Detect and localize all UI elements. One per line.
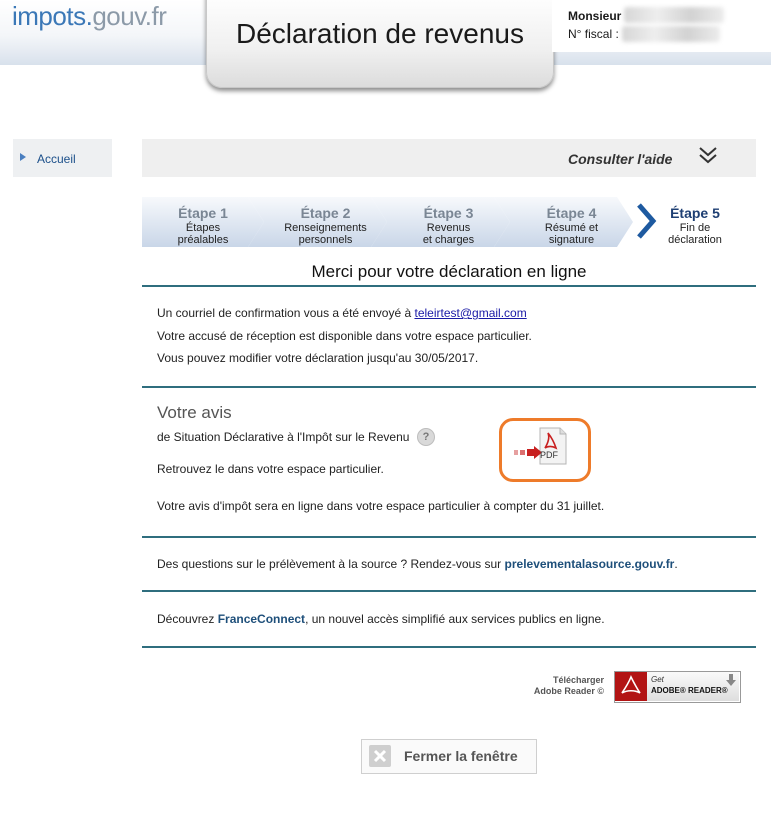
step-description: Étapes préalables — [142, 222, 264, 246]
adobe-download-line: Télécharger — [552, 675, 604, 685]
adobe-reader-label: ADOBE® READER® — [651, 686, 728, 695]
franceconnect-line: Découvrez FranceConnect, un nouvel accès… — [157, 612, 605, 626]
prelevement-text: Des questions sur le prélèvement à la so… — [157, 557, 505, 571]
step-description-line: déclaration — [668, 234, 722, 246]
step-description-line: signature — [548, 234, 595, 246]
step-description: Revenus et charges — [387, 222, 510, 246]
step-description: Renseignements personnels — [264, 222, 387, 246]
sidebar-item-label[interactable]: Accueil — [37, 152, 76, 166]
divider — [142, 590, 756, 592]
step-description-line: préalables — [177, 234, 229, 246]
fiscal-number-label: N° fiscal : — [568, 27, 619, 41]
arrow-right-icon — [20, 153, 26, 161]
step-number: Étape 5 — [670, 205, 720, 221]
step-number: Étape 1 — [178, 205, 228, 221]
help-link[interactable]: Consulter l'aide — [568, 151, 672, 167]
franceconnect-prefix: Découvrez — [157, 612, 218, 626]
step-description-line: Résumé et — [544, 222, 599, 234]
logo-part-impots: impots. — [12, 1, 93, 31]
confirmation-heading: Merci pour votre déclaration en ligne — [311, 262, 587, 281]
receipt-line: Votre accusé de réception est disponible… — [157, 329, 532, 343]
step-description-line: personnels — [298, 234, 353, 246]
confirmation-email-line: Un courriel de confirmation vous a été e… — [157, 306, 527, 320]
logo-part-gouv: gouv — [92, 1, 145, 31]
close-window-label[interactable]: Fermer la fenêtre — [404, 748, 518, 764]
step-1: Étape 1 Étapes préalables — [142, 197, 264, 247]
close-x-glyph — [373, 749, 387, 763]
step-description: Résumé et signature — [510, 222, 633, 246]
divider — [142, 536, 756, 538]
step-number: Étape 3 — [423, 205, 474, 221]
confirmation-email-text: Un courriel de confirmation vous a été e… — [157, 306, 415, 320]
franceconnect-suffix: , un nouvel accès simplifié aux services… — [305, 612, 605, 626]
step-2: Étape 2 Renseignements personnels — [264, 197, 387, 247]
step-description-line: Revenus — [426, 222, 471, 234]
modify-deadline-line: Vous pouvez modifier votre déclaration j… — [157, 351, 479, 365]
retrouvez-line: Retrouvez le dans votre espace particuli… — [157, 462, 384, 476]
pdf-icon — [514, 427, 567, 465]
prelevement-suffix: . — [674, 557, 678, 571]
pdf-label: PDF — [540, 450, 558, 460]
divider — [142, 285, 756, 287]
divider — [142, 646, 756, 648]
adobe-reader-icon — [621, 675, 641, 694]
help-question-icon[interactable]: ? — [417, 428, 435, 446]
avis-online-line: Votre avis d'impôt sera en ligne dans vo… — [157, 499, 605, 513]
step-3: Étape 3 Revenus et charges — [387, 197, 510, 247]
prelevement-line: Des questions sur le prélèvement à la so… — [157, 557, 678, 571]
step-description-line: Fin de — [679, 222, 711, 234]
avis-title: Votre avis — [157, 403, 232, 422]
prelevement-link[interactable]: prelevementalasource.gouv.fr — [505, 557, 675, 571]
step-description-line: Renseignements — [284, 222, 367, 234]
step-5-active: Étape 5 Fin de déclaration — [655, 197, 735, 247]
user-name-label: Monsieur — [568, 9, 622, 23]
avis-subtitle: de Situation Déclarative à l'Impôt sur l… — [157, 430, 410, 444]
email-link[interactable]: teleirtest@gmail.com — [414, 306, 526, 320]
adobe-download-label: Télécharger Adobe Reader © — [500, 675, 604, 697]
step-number: Étape 4 — [546, 205, 597, 221]
redacted-user-name — [624, 7, 724, 23]
step-description-line: Étapes — [185, 222, 221, 234]
adobe-download-line: Adobe Reader © — [533, 686, 604, 696]
redacted-fiscal-number — [622, 26, 720, 42]
step-description-line: et charges — [422, 234, 475, 246]
step-4: Étape 4 Résumé et signature — [510, 197, 633, 247]
page-title: Déclaration de revenus — [236, 18, 524, 49]
step-number: Étape 2 — [300, 205, 351, 221]
logo-part-fr: .fr — [144, 1, 167, 31]
step-description: Fin de déclaration — [655, 222, 735, 246]
site-logo[interactable]: impots.gouv.fr — [12, 1, 167, 32]
double-chevron-down-icon[interactable] — [697, 144, 719, 166]
download-arrow-icon — [726, 674, 736, 686]
franceconnect-link[interactable]: FranceConnect — [218, 612, 305, 626]
divider — [142, 386, 756, 388]
adobe-get-label: Get — [651, 675, 664, 684]
